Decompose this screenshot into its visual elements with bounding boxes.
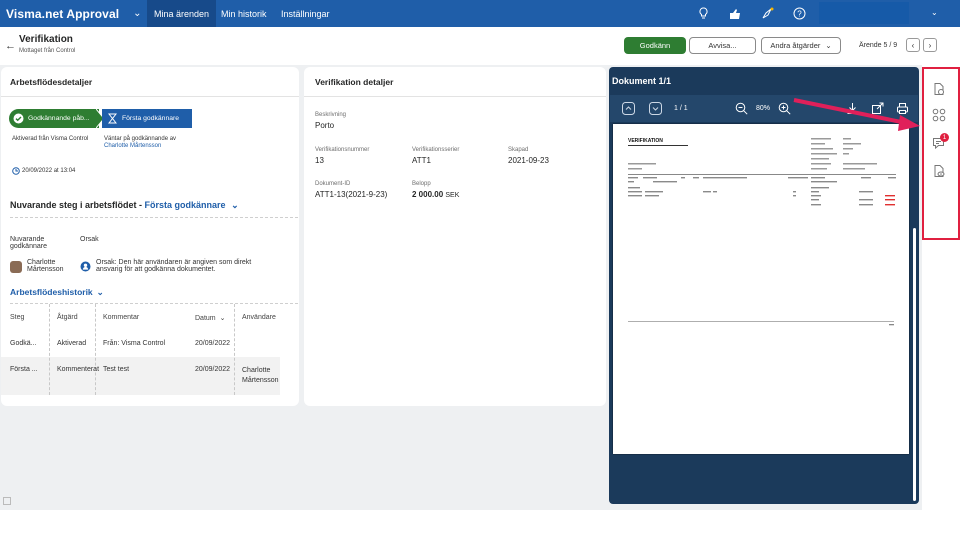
- prev-case-button[interactable]: ‹: [906, 38, 920, 52]
- comments-badge: 1: [940, 133, 949, 142]
- brand-name[interactable]: Visma.net Approval: [6, 7, 119, 21]
- nav-my-cases[interactable]: Mina ärenden: [147, 0, 217, 27]
- history-cell-action: Aktiverad: [57, 340, 87, 347]
- footer-icon[interactable]: [3, 497, 11, 505]
- chevron-down-icon[interactable]: [649, 102, 662, 115]
- approver-link[interactable]: Charlotte Mårtensson: [27, 259, 64, 273]
- user-menu[interactable]: [819, 2, 909, 24]
- nav-settings[interactable]: Inställningar: [281, 0, 330, 27]
- workflow-title: Arbetsflödesdetaljer: [10, 77, 93, 87]
- user-badge-icon: [80, 261, 91, 272]
- amount-label: Belopp: [412, 181, 431, 187]
- top-bar: Visma.net Approval ⌄: [0, 0, 960, 27]
- zoom-level: 80%: [756, 105, 771, 112]
- next-case-button[interactable]: ›: [923, 38, 937, 52]
- chevron-down-icon: ⌄: [825, 41, 832, 50]
- column-divider: [95, 304, 96, 395]
- zoom-out-icon[interactable]: [735, 102, 748, 115]
- svg-text:?: ?: [797, 9, 802, 18]
- page-title: Verifikation: [19, 34, 73, 45]
- history-cell-comment: Från: Visma Control: [103, 340, 166, 347]
- other-actions-button[interactable]: Andra åtgärder ⌄: [761, 37, 841, 54]
- col-approver-label: Nuvarande godkännare: [10, 236, 47, 250]
- amount-value: 2 000.00 SEK: [412, 190, 460, 199]
- rocket-icon[interactable]: [760, 7, 774, 21]
- divider: [1, 96, 299, 97]
- lightbulb-icon[interactable]: [696, 7, 710, 21]
- divider: [10, 217, 298, 218]
- voucher-series-value: ATT1: [412, 156, 431, 165]
- history-cell-date: 20/09/2022: [195, 366, 231, 373]
- history-cell-action: Kommenterat: [57, 366, 100, 373]
- history-header-comment[interactable]: Kommentar: [103, 314, 139, 321]
- table-row-highlight: [1, 357, 280, 395]
- column-divider: [49, 304, 50, 395]
- created-value: 2021-09-23: [508, 156, 549, 165]
- chevron-down-icon[interactable]: ⌄: [133, 8, 141, 19]
- step-first-approver[interactable]: Första godkännare: [102, 109, 192, 128]
- voucher-series-label: Verifikationsserier: [412, 147, 460, 153]
- page-indicator: 1 / 1: [674, 105, 688, 112]
- description-value: Porto: [315, 121, 335, 130]
- history-header-step[interactable]: Steg: [10, 314, 24, 321]
- history-cell-date: 20/09/2022: [195, 340, 231, 347]
- description-label: Beskrivning: [315, 112, 347, 118]
- history-header-action[interactable]: Åtgärd: [57, 314, 78, 321]
- thumbs-up-icon[interactable]: [728, 7, 742, 21]
- history-header-user[interactable]: Användare: [242, 314, 276, 321]
- document-id-label: Dokument-ID: [315, 181, 351, 187]
- avatar: [10, 261, 22, 273]
- case-counter: Ärende 5 / 9: [859, 42, 898, 49]
- current-step-heading: Nuvarande steg i arbetsflödet - Första g…: [10, 200, 239, 210]
- document-lock-icon[interactable]: [930, 80, 948, 98]
- document-view-icon[interactable]: [930, 162, 948, 180]
- viewer-scrollbar[interactable]: [913, 228, 916, 501]
- step-approval-started[interactable]: Godkännande påb...: [9, 109, 99, 128]
- nav-my-history[interactable]: Min historik: [221, 0, 267, 27]
- voucher-number-value: 13: [315, 156, 324, 165]
- voucher-number-label: Verifikationsnummer: [315, 147, 370, 153]
- sort-icon: ⌄: [219, 315, 226, 322]
- annotation-arrow: [793, 98, 920, 131]
- chevron-down-icon[interactable]: ⌄: [231, 200, 239, 210]
- help-icon[interactable]: ?: [792, 7, 806, 21]
- reason-text: Orsak: Den här användaren är angiven som…: [96, 259, 252, 273]
- col-reason-label: Orsak: [80, 236, 99, 243]
- page-subtitle: Mottaget från Control: [19, 48, 76, 54]
- current-step-link[interactable]: Första godkännare: [145, 200, 226, 210]
- step2-approver-link[interactable]: Charlotte Mårtensson: [104, 143, 161, 149]
- document-content: [628, 138, 896, 326]
- divider: [10, 303, 298, 304]
- history-header-date[interactable]: Datum ⌄: [195, 314, 226, 322]
- chevron-up-icon[interactable]: [622, 102, 635, 115]
- step1-note: Aktiverad från Visma Control: [12, 136, 89, 142]
- history-cell-step: Första ...: [10, 366, 38, 373]
- document-page: VERIFIKATION: [613, 124, 909, 454]
- history-cell-user[interactable]: Charlotte Mårtensson: [242, 366, 287, 386]
- check-icon: [13, 113, 24, 124]
- column-divider: [234, 304, 235, 395]
- back-arrow-icon[interactable]: ←: [5, 40, 16, 52]
- chevron-down-icon: ⌄: [96, 287, 104, 297]
- document-id-value: ATT1-13(2021-9-23): [315, 190, 388, 199]
- document-title: Dokument 1/1: [612, 76, 672, 86]
- hourglass-icon: [108, 113, 117, 124]
- workflow-date: 20/09/2022 at 13:04: [22, 168, 76, 174]
- history-cell-step: Godkä...: [10, 340, 37, 347]
- divider: [304, 96, 606, 97]
- chevron-down-icon[interactable]: ⌄: [931, 8, 938, 17]
- created-label: Skapad: [508, 147, 529, 153]
- clock-icon: [12, 167, 20, 175]
- top-icons: ?: [696, 0, 806, 27]
- reject-button[interactable]: Avvisa...: [689, 37, 756, 54]
- apps-grid-icon[interactable]: [930, 106, 948, 124]
- history-toggle[interactable]: Arbetsflödeshistorik ⌄: [10, 287, 104, 298]
- history-cell-comment: Test test: [103, 366, 130, 373]
- details-card: [304, 67, 606, 406]
- step2-note: Väntar på godkännande av: [104, 136, 177, 142]
- details-title: Verifikation detaljer: [315, 77, 394, 87]
- approve-button[interactable]: Godkänn: [624, 37, 686, 54]
